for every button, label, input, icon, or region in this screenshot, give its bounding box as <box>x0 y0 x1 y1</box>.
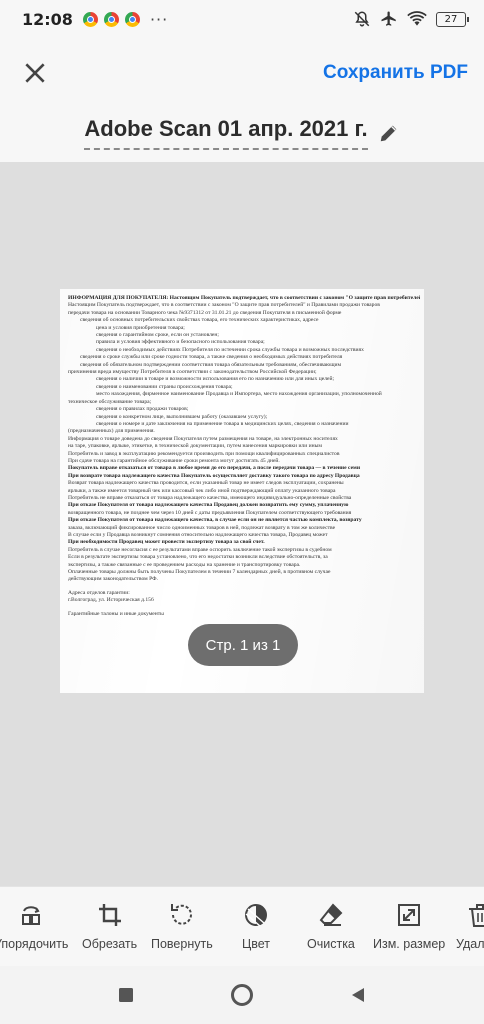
document-text-line: Настоящим Покупатель подтверждает, что в… <box>68 302 380 309</box>
document-text-line: Адреса отделов гарантии: <box>68 589 130 596</box>
delete-label: Удалить <box>456 937 484 951</box>
document-text-line: экспертизы, а также связанные с ее прове… <box>68 561 301 568</box>
document-text-line: правила и условия эффективного и безопас… <box>96 339 265 346</box>
document-text-line: (предназначенных) для применения. <box>68 428 155 435</box>
page-indicator: Стр. 1 из 1 <box>188 624 298 666</box>
wifi-icon <box>407 11 427 26</box>
document-text-line: При необходимости Продавец может провест… <box>68 539 265 546</box>
rotate-icon <box>170 904 192 925</box>
document-text-line: Оплаченные товары должны быть получены П… <box>68 569 331 576</box>
more-notifications: ··· <box>149 9 169 29</box>
document-text-line: ИНФОРМАЦИЯ ДЛЯ ПОКУПАТЕЛЯ: Настоящим Пок… <box>68 295 420 301</box>
document-text-line: Потребитель и завод в эксплуатацию реком… <box>68 450 340 457</box>
color-icon <box>245 904 267 927</box>
status-bar: 12:08 ··· 27 <box>0 0 484 38</box>
resize-button[interactable]: Изм. размер <box>373 901 445 951</box>
document-text-line: сведения о сроке службы или сроке годнос… <box>80 354 343 361</box>
notification-icons: ··· <box>82 9 169 29</box>
mute-icon <box>354 11 370 27</box>
document-text-line: сведения об основных потребительских сво… <box>80 317 319 324</box>
document-text-line: Возврат товара надлежащего качества пров… <box>68 480 344 487</box>
back-button[interactable] <box>343 980 373 1010</box>
trash-icon <box>468 904 484 927</box>
document-text-line: г.Волгоград, ул. Историческая д.156 <box>68 597 154 604</box>
airplane-icon <box>381 11 396 26</box>
close-icon[interactable] <box>22 60 48 86</box>
document-text-line: ярлыки, а также имеется товарный чек или… <box>68 487 336 494</box>
document-text-line: заказа, включающий фиксированное число о… <box>68 524 336 531</box>
home-icon <box>231 984 253 1006</box>
chrome-icon <box>82 11 98 27</box>
system-nav-bar <box>0 966 484 1024</box>
document-text-line: действующим законодательством РФ. <box>68 576 158 583</box>
document-text-line: передачи товара на основании Товарного ч… <box>68 309 342 316</box>
document-text-line: сведения о необходимых действиях Потреби… <box>96 346 364 353</box>
document-text-line: При сдаче товара на гарантийное обслужив… <box>68 457 280 464</box>
document-text-line: сведения о номере и дате заключения на п… <box>96 420 349 427</box>
recents-button[interactable] <box>111 980 141 1010</box>
crop-icon <box>98 904 121 926</box>
back-icon <box>352 988 364 1002</box>
document-text-line: сведения о конкретном лице, выполнившем … <box>96 413 268 420</box>
chrome-icon <box>124 11 140 27</box>
crop-button[interactable]: Обрезать <box>82 901 137 951</box>
document-text-line: Если в результате экспертизы товара уста… <box>68 554 328 561</box>
document-text-line: Информация о товаре доведена до сведения… <box>68 435 338 442</box>
edit-toolbar: Упорядочить Обрезать Повернуть Цвет Очис… <box>0 886 484 966</box>
document-text-line: В случае если у Продавца возникнут сомне… <box>68 532 328 538</box>
document-text-line: Гарантийные талоны и иные документы <box>68 610 164 617</box>
save-pdf-button[interactable]: Сохранить PDF <box>323 62 468 84</box>
reorder-button[interactable]: Упорядочить <box>0 901 68 951</box>
color-label: Цвет <box>242 937 271 951</box>
pencil-icon[interactable] <box>378 122 400 144</box>
document-text-line: причинения вреда имуществу Потребителя в… <box>68 369 317 376</box>
resize-icon <box>398 904 421 926</box>
document-text-line: сведения о гарантийном сроке, если он ус… <box>96 332 219 339</box>
cleanup-button[interactable]: Очистка <box>307 901 355 951</box>
document-text-line: Потребитель в случае несогласия с ее рез… <box>68 546 332 553</box>
document-text-line: При отказе Покупателя от товара надлежащ… <box>68 517 362 524</box>
color-button[interactable]: Цвет <box>242 901 270 951</box>
home-button[interactable] <box>227 980 257 1010</box>
document-text-line: сведения о наименовании страны происхожд… <box>96 383 233 390</box>
document-text-line: При отказе Покупателя от товара надлежащ… <box>68 502 349 509</box>
rotate-button[interactable]: Повернуть <box>151 901 213 951</box>
preview-area: ИНФОРМАЦИЯ ДЛЯ ПОКУПАТЕЛЯ: Настоящим Пок… <box>0 162 484 886</box>
reorder-icon <box>22 906 41 925</box>
document-text-line: При возврате товара надлежащего качества… <box>68 472 360 479</box>
app-header: Сохранить PDF Adobe Scan 01 апр. 2021 г. <box>0 38 484 162</box>
crop-label: Обрезать <box>82 937 138 951</box>
document-title[interactable]: Adobe Scan 01 апр. 2021 г. <box>84 116 368 150</box>
chrome-icon <box>103 11 119 27</box>
document-text-line: цена и условия приобретения товара; <box>96 324 185 331</box>
document-text-line: сведения об обязательном подтверждении с… <box>80 361 342 368</box>
resize-label: Изм. размер <box>373 937 446 951</box>
cleanup-label: Очистка <box>307 937 355 951</box>
document-text-line: Потребитель не вправе отказаться от това… <box>68 494 352 501</box>
document-text-line: сведения о наличии в товаре и возможност… <box>96 376 335 383</box>
document-text-line: Покупатель вправе отказаться от товара в… <box>68 465 361 472</box>
document-text-line: сведения о правилах продажи товаров; <box>96 406 189 413</box>
battery-icon: 27 <box>436 11 469 27</box>
reorder-label: Упорядочить <box>0 937 69 951</box>
document-text-line: место нахождения, фирменное наименование… <box>96 391 382 398</box>
document-text-line: возвращенного товара, не позднее чем чер… <box>68 509 352 516</box>
rotate-label: Повернуть <box>151 937 213 951</box>
document-text-line: на таре, упаковке, ярлыке, этикетке, в т… <box>68 443 322 450</box>
delete-button[interactable]: Удалить <box>456 901 484 951</box>
document-text-line: техническое обслуживание товара; <box>68 398 152 405</box>
status-time: 12:08 <box>22 9 73 29</box>
eraser-icon <box>319 903 343 926</box>
recents-icon <box>119 988 133 1002</box>
